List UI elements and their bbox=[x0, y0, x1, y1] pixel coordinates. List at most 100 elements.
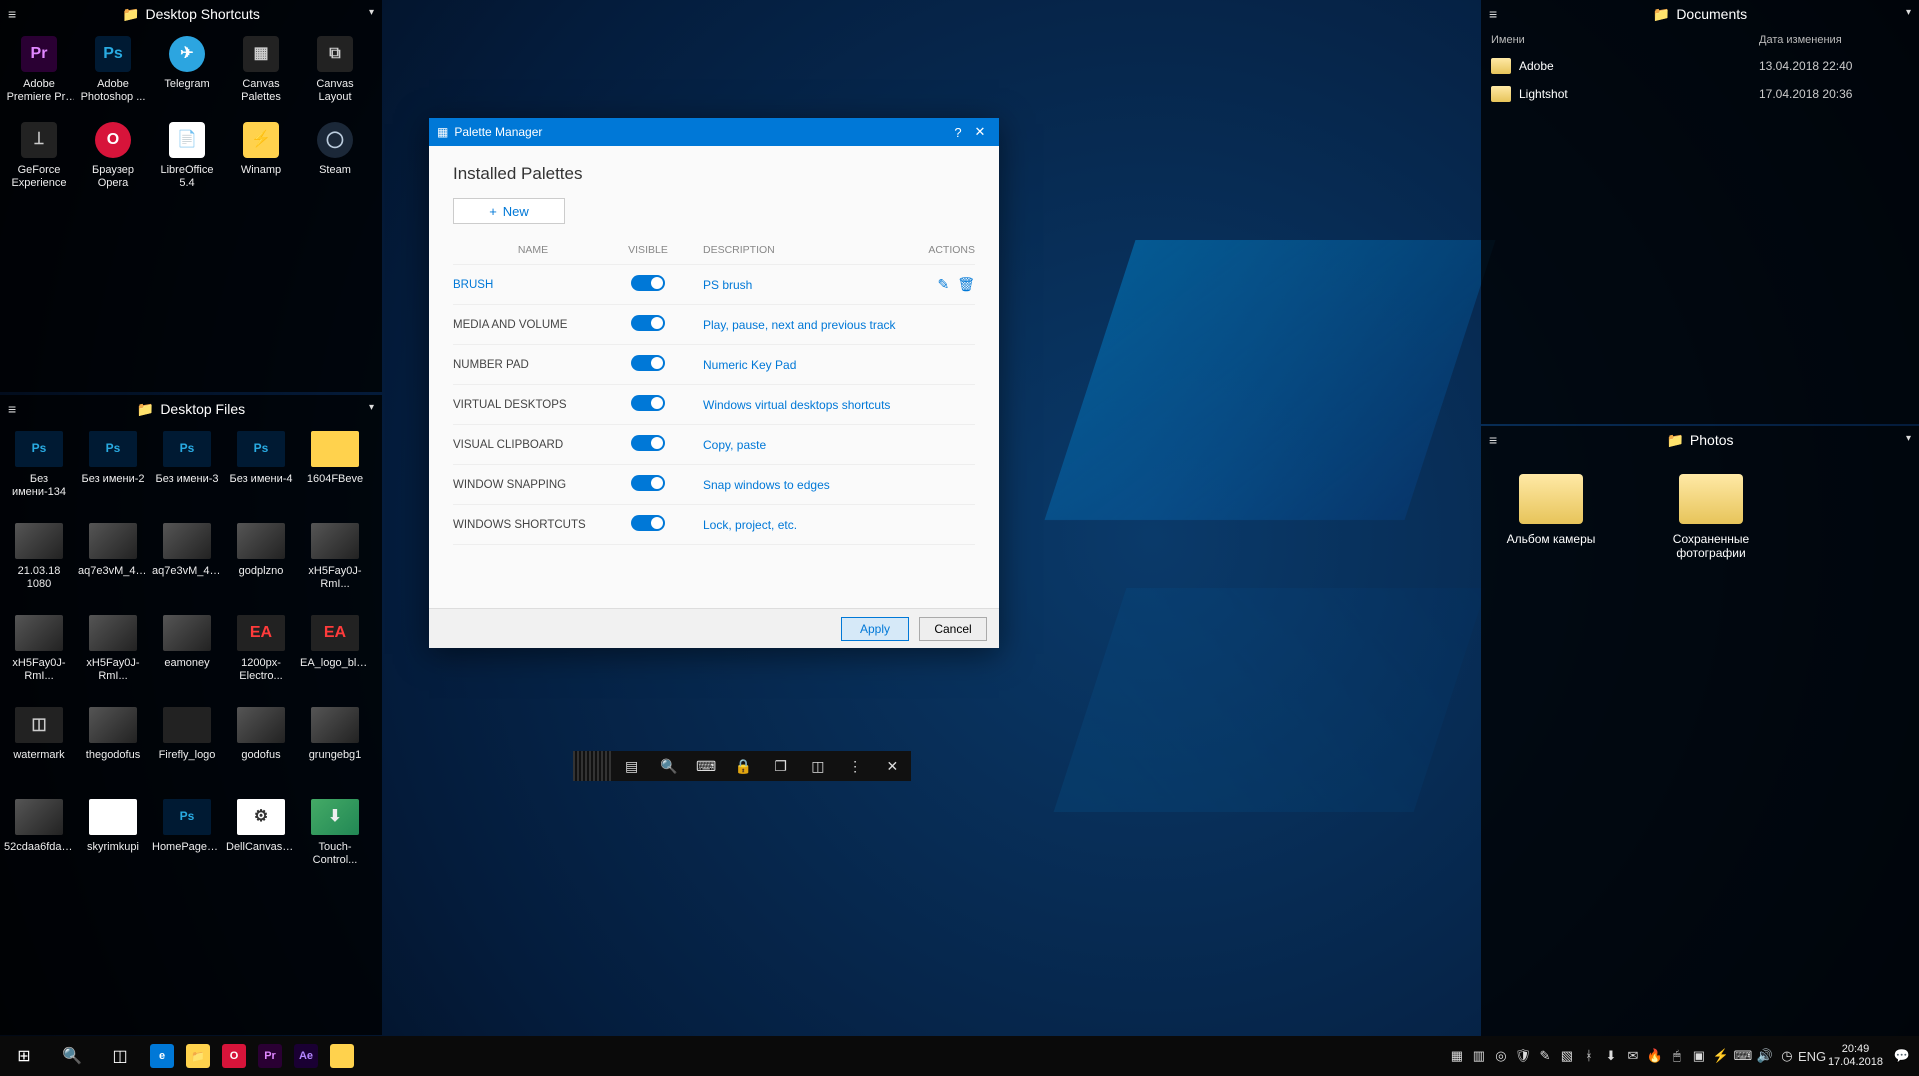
toolbar-button[interactable]: ◫ bbox=[799, 758, 836, 775]
window-titlebar[interactable]: ▦ Palette Manager ? ✕ bbox=[429, 118, 999, 146]
visibility-toggle[interactable] bbox=[631, 435, 665, 451]
delete-icon[interactable]: 🗑 bbox=[957, 276, 975, 292]
chevron-down-icon[interactable]: ▾ bbox=[369, 402, 374, 413]
hamburger-icon[interactable]: ≡ bbox=[1489, 6, 1497, 22]
file-item[interactable]: 52cdaa6fda47... bbox=[2, 795, 76, 887]
file-item[interactable]: aq7e3vM_460sv bbox=[76, 519, 150, 611]
file-item[interactable]: ⚙DellCanvasUp... bbox=[224, 795, 298, 887]
file-item[interactable]: xH5Fay0J-RmI... bbox=[76, 611, 150, 703]
shortcut-item[interactable]: 📄LibreOffice 5.4 bbox=[150, 118, 224, 204]
tray-icon[interactable]: 🔊 bbox=[1754, 1048, 1776, 1064]
toolbar-button[interactable]: ▤ bbox=[613, 758, 650, 775]
taskbar-app[interactable]: 📁 bbox=[180, 1036, 216, 1076]
toolbar-button[interactable]: ❐ bbox=[762, 758, 799, 775]
file-item[interactable]: godplzno bbox=[224, 519, 298, 611]
tray-icon[interactable]: 🛡 bbox=[1512, 1048, 1534, 1064]
file-item[interactable]: xH5Fay0J-RmI... bbox=[298, 519, 372, 611]
shortcut-item[interactable]: ⟘GeForce Experience bbox=[2, 118, 76, 204]
tray-icon[interactable]: ✉ bbox=[1622, 1048, 1644, 1064]
tray-icon[interactable]: ▧ bbox=[1556, 1048, 1578, 1064]
visibility-toggle[interactable] bbox=[631, 315, 665, 331]
taskbar-app[interactable]: Pr bbox=[252, 1036, 288, 1076]
apply-button[interactable]: Apply bbox=[841, 617, 909, 641]
file-item[interactable]: ◫watermark bbox=[2, 703, 76, 795]
language-indicator[interactable]: ENG bbox=[1798, 1049, 1820, 1064]
shortcut-item[interactable]: ✈Telegram bbox=[150, 32, 224, 118]
file-item[interactable]: grungebg1 bbox=[298, 703, 372, 795]
toolbar-button[interactable]: ⌨ bbox=[688, 758, 725, 775]
file-item[interactable]: PsБез имени-2 bbox=[76, 427, 150, 519]
photo-folder-item[interactable]: Альбом камеры bbox=[1491, 474, 1611, 560]
help-button[interactable]: ? bbox=[947, 125, 969, 140]
palette-row[interactable]: MEDIA AND VOLUMEPlay, pause, next and pr… bbox=[453, 305, 975, 345]
tray-icon[interactable]: ✎ bbox=[1534, 1048, 1556, 1064]
hamburger-icon[interactable]: ≡ bbox=[1489, 432, 1497, 448]
column-date[interactable]: Дата изменения bbox=[1759, 34, 1909, 46]
visibility-toggle[interactable] bbox=[631, 395, 665, 411]
file-item[interactable]: godofus bbox=[224, 703, 298, 795]
taskbar-app[interactable] bbox=[324, 1036, 360, 1076]
file-item[interactable]: eamoney bbox=[150, 611, 224, 703]
file-item[interactable]: skyrimkupi bbox=[76, 795, 150, 887]
file-item[interactable]: thegodofus bbox=[76, 703, 150, 795]
shortcut-item[interactable]: ◯Steam bbox=[298, 118, 372, 204]
tray-icon[interactable]: ⌨ bbox=[1732, 1048, 1754, 1064]
tray-icon[interactable]: ▦ bbox=[1446, 1048, 1468, 1064]
tray-icon[interactable]: ▣ bbox=[1688, 1048, 1710, 1064]
visibility-toggle[interactable] bbox=[631, 515, 665, 531]
palette-row[interactable]: VISUAL CLIPBOARDCopy, paste bbox=[453, 425, 975, 465]
file-item[interactable]: PsHomePage_H... bbox=[150, 795, 224, 887]
cancel-button[interactable]: Cancel bbox=[919, 617, 987, 641]
file-item[interactable]: PsБез имени-3 bbox=[150, 427, 224, 519]
tray-icon[interactable]: 🔥 bbox=[1644, 1048, 1666, 1064]
visibility-toggle[interactable] bbox=[631, 275, 665, 291]
file-item[interactable]: EAEA_logo_black bbox=[298, 611, 372, 703]
toolbar-button[interactable]: 🔍 bbox=[650, 758, 687, 775]
notifications-button[interactable]: 💬 bbox=[1891, 1048, 1913, 1064]
shortcut-item[interactable]: ⚡Winamp bbox=[224, 118, 298, 204]
floating-toolbar[interactable]: ▤🔍⌨🔒❐◫⋮✕ bbox=[573, 751, 911, 781]
taskbar-app[interactable]: O bbox=[216, 1036, 252, 1076]
visibility-toggle[interactable] bbox=[631, 475, 665, 491]
new-palette-button[interactable]: + New bbox=[453, 198, 565, 224]
chevron-down-icon[interactable]: ▾ bbox=[1906, 433, 1911, 444]
shortcut-item[interactable]: OБраузер Opera bbox=[76, 118, 150, 204]
photo-folder-item[interactable]: Сохраненные фотографии bbox=[1651, 474, 1771, 560]
file-item[interactable]: 21.03.18 1080 bbox=[2, 519, 76, 611]
start-button[interactable]: ⊞ bbox=[0, 1036, 48, 1076]
document-row[interactable]: Adobe13.04.2018 22:40 bbox=[1481, 52, 1919, 80]
file-item[interactable]: PsБез имени-134 bbox=[2, 427, 76, 519]
clock[interactable]: 20:49 17.04.2018 bbox=[1820, 1043, 1891, 1069]
toolbar-button[interactable]: ✕ bbox=[874, 758, 911, 775]
file-item[interactable]: aq7e3vM_460sv bbox=[150, 519, 224, 611]
tray-icon[interactable]: ◎ bbox=[1490, 1048, 1512, 1064]
document-row[interactable]: Lightshot17.04.2018 20:36 bbox=[1481, 80, 1919, 108]
close-button[interactable]: ✕ bbox=[969, 124, 991, 140]
chevron-down-icon[interactable]: ▾ bbox=[1906, 7, 1911, 18]
tray-icon[interactable]: ◷ bbox=[1776, 1048, 1798, 1064]
palette-row[interactable]: BRUSHPS brush✎🗑 bbox=[453, 265, 975, 305]
task-view-button[interactable]: ◫ bbox=[96, 1036, 144, 1076]
palette-row[interactable]: VIRTUAL DESKTOPSWindows virtual desktops… bbox=[453, 385, 975, 425]
file-item[interactable]: Firefly_logo bbox=[150, 703, 224, 795]
tray-icon[interactable]: ⚡ bbox=[1710, 1048, 1732, 1064]
tray-icon[interactable]: ▥ bbox=[1468, 1048, 1490, 1064]
tray-icon[interactable]: 🖱 bbox=[1666, 1048, 1688, 1064]
toolbar-button[interactable]: 🔒 bbox=[725, 758, 762, 775]
toolbar-button[interactable]: ⋮ bbox=[837, 758, 874, 775]
file-item[interactable]: EA1200px-Electro... bbox=[224, 611, 298, 703]
edit-icon[interactable]: ✎ bbox=[937, 276, 949, 292]
visibility-toggle[interactable] bbox=[631, 355, 665, 371]
hamburger-icon[interactable]: ≡ bbox=[8, 6, 16, 22]
palette-row[interactable]: WINDOWS SHORTCUTSLock, project, etc. bbox=[453, 505, 975, 545]
file-item[interactable]: 1604FBeve bbox=[298, 427, 372, 519]
search-button[interactable]: 🔍 bbox=[48, 1036, 96, 1076]
taskbar-app[interactable]: e bbox=[144, 1036, 180, 1076]
file-item[interactable]: ⬇Touch-Control... bbox=[298, 795, 372, 887]
chevron-down-icon[interactable]: ▾ bbox=[369, 7, 374, 18]
file-item[interactable]: PsБез имени-4 bbox=[224, 427, 298, 519]
shortcut-item[interactable]: PsAdobe Photoshop ... bbox=[76, 32, 150, 118]
palette-row[interactable]: NUMBER PADNumeric Key Pad bbox=[453, 345, 975, 385]
hamburger-icon[interactable]: ≡ bbox=[8, 401, 16, 417]
taskbar-app[interactable]: Ae bbox=[288, 1036, 324, 1076]
